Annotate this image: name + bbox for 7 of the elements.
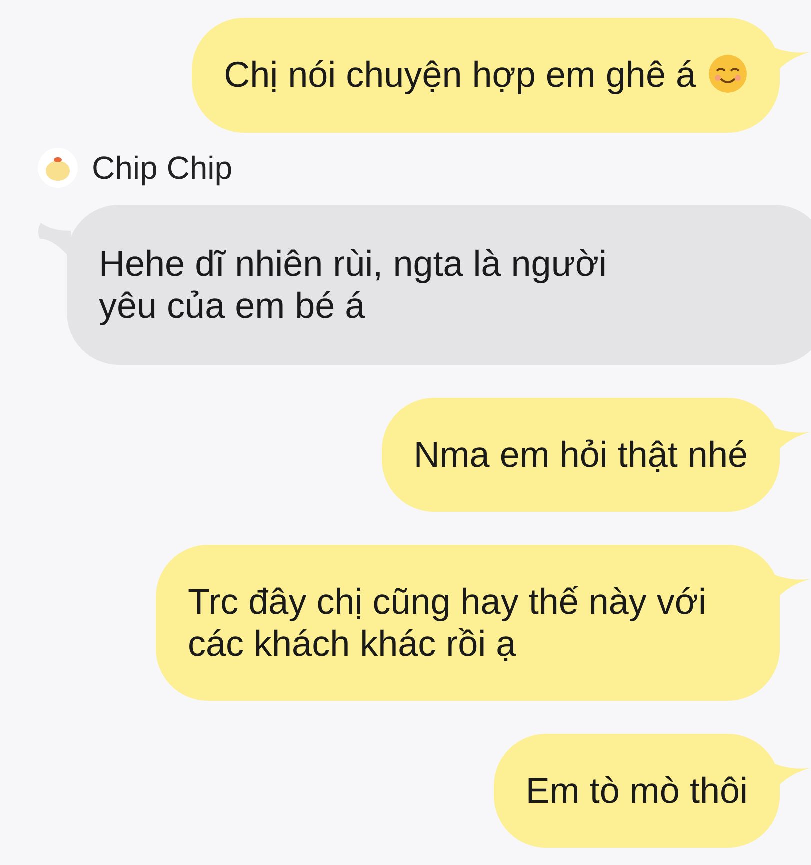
message-text: Nma em hỏi thật nhé [414, 434, 748, 476]
message-text: Chị nói chuyện hợp em ghê á [224, 54, 696, 96]
avatar-icon [38, 148, 78, 188]
message-text: Em tò mò thôi [526, 770, 748, 812]
sender-name: Chip Chip [92, 149, 233, 188]
message-text: Trc đây chị cũng hay thế này với các khách khác rồi ạ [188, 581, 708, 665]
message-text: Hehe dĩ nhiên rùi, ngta là người yêu của em bé á [99, 243, 608, 327]
